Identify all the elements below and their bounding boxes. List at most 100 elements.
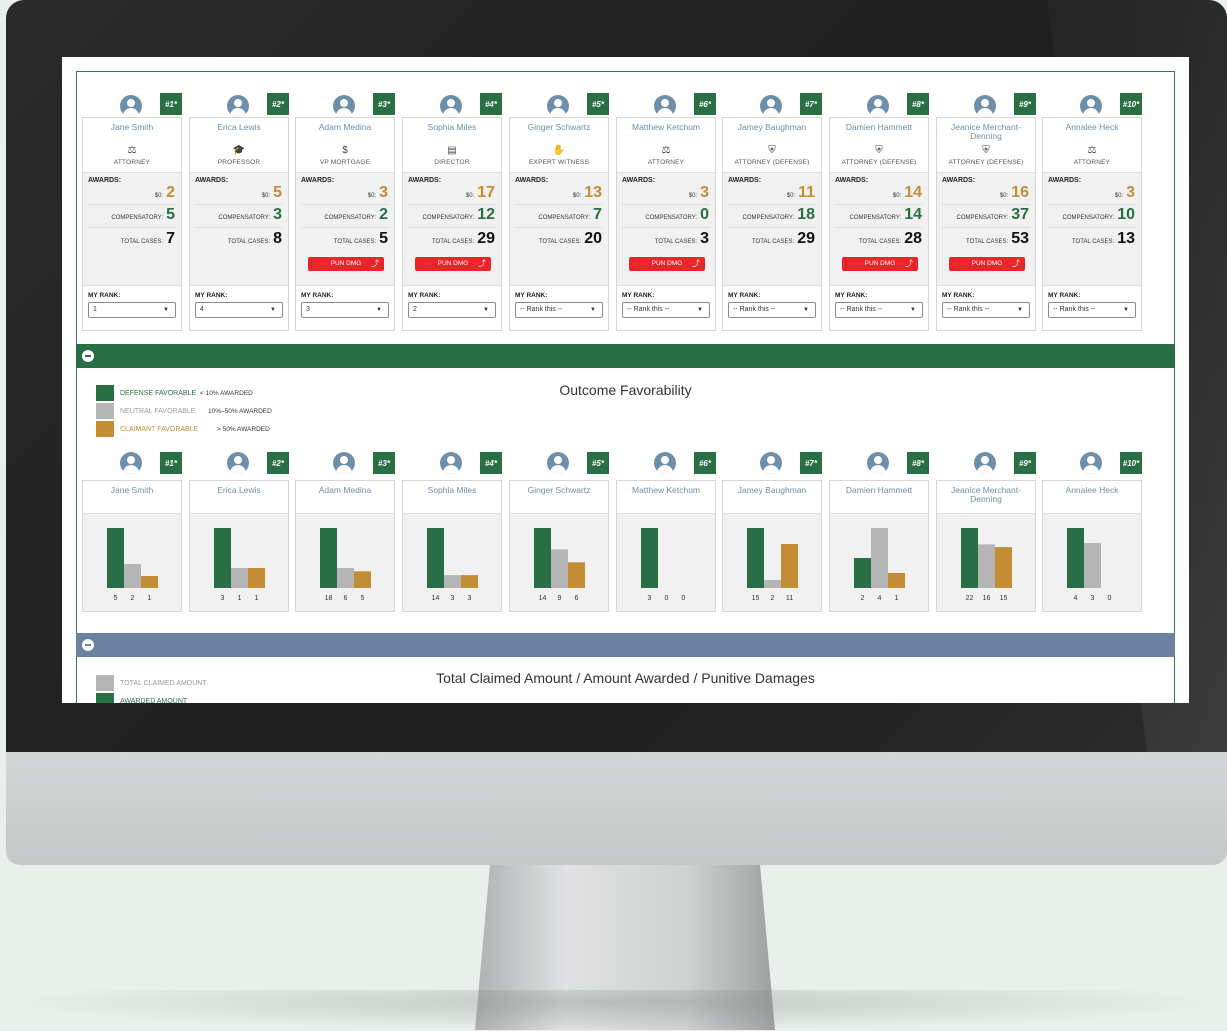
- juror-name[interactable]: Matthew Ketchum: [617, 486, 715, 495]
- my-rank-value: 4: [200, 306, 204, 313]
- bar-value-label: 2: [131, 595, 135, 602]
- favorability-cards-row: #1* Jane Smith 521 #2* Erica Lewis 311 #…: [82, 452, 1152, 612]
- collapse-icon[interactable]: [82, 639, 94, 651]
- juror-name[interactable]: Ginger Schwartz: [510, 123, 608, 132]
- chevron-down-icon: ▼: [590, 307, 596, 313]
- my-rank-select[interactable]: 4 ▼: [195, 302, 283, 318]
- favorability-chart: 4 3 0: [1043, 513, 1141, 611]
- collapse-icon[interactable]: [82, 350, 94, 362]
- favorability-card-body: Matthew Ketchum 3 0 0: [616, 480, 716, 612]
- zero-award-value: 2: [166, 184, 175, 201]
- total-cases-label: TOTAL CASES:: [751, 239, 795, 245]
- my-rank-label: MY RANK:: [301, 292, 334, 299]
- total-cases-stat: TOTAL CASES: 3: [655, 231, 709, 247]
- compensatory-stat: COMPENSATORY: 12: [423, 207, 495, 223]
- juror-name[interactable]: Ginger Schwartz: [510, 486, 608, 495]
- favorability-card-body: Jamey Baughman 15 2 11: [722, 480, 822, 612]
- dollar-icon: $: [342, 145, 348, 156]
- zero-award-stat: $0: 17: [466, 185, 495, 201]
- total-cases-label: TOTAL CASES:: [120, 239, 164, 245]
- pun-dmg-button[interactable]: PUN DMG ⤴: [415, 257, 491, 271]
- bar-value-label: 6: [344, 595, 348, 602]
- juror-name[interactable]: Adam Medina: [296, 486, 394, 495]
- pun-dmg-button[interactable]: PUN DMG ⤴: [949, 257, 1025, 271]
- my-rank-select[interactable]: -- Rank this -- ▼: [942, 302, 1030, 318]
- rank-badge: #3*: [373, 93, 395, 115]
- my-rank-label: MY RANK:: [835, 292, 868, 299]
- bar-value-label: 4: [878, 595, 882, 602]
- juror-name[interactable]: Sophia Miles: [403, 123, 501, 132]
- bar-value-label: 3: [1091, 595, 1095, 602]
- my-rank-select[interactable]: -- Rank this -- ▼: [835, 302, 923, 318]
- favorability-card-body: Jane Smith 5 2 1: [82, 480, 182, 612]
- juror-name[interactable]: Jamey Baughman: [723, 486, 821, 495]
- juror-name[interactable]: Damien Hammett: [830, 123, 928, 132]
- zero-award-value: 3: [700, 184, 709, 201]
- juror-card-body: Jeanice Merchant-Denning ⛨ ATTORNEY (DEF…: [936, 117, 1036, 331]
- chevron-down-icon: ▼: [803, 307, 809, 313]
- juror-name[interactable]: Annalee Heck: [1043, 123, 1141, 132]
- my-rank-select[interactable]: -- Rank this -- ▼: [622, 302, 710, 318]
- zero-award-stat: $0: 3: [368, 185, 388, 201]
- my-rank-select[interactable]: 3 ▼: [301, 302, 389, 318]
- rank-badge: #10*: [1120, 452, 1142, 474]
- favorability-bars: 14 3 3: [427, 528, 478, 602]
- rank-badge: #6*: [694, 452, 716, 474]
- zero-award-label: $0:: [688, 193, 698, 199]
- zero-award-label: $0:: [367, 193, 377, 199]
- awards-label: AWARDS:: [301, 177, 335, 184]
- favorability-card-body: Damien Hammett 2 4 1: [829, 480, 929, 612]
- my-rank-select[interactable]: -- Rank this -- ▼: [728, 302, 816, 318]
- my-rank-label: MY RANK:: [942, 292, 975, 299]
- pun-dmg-button[interactable]: PUN DMG ⤴: [842, 257, 918, 271]
- juror-name[interactable]: Erica Lewis: [190, 123, 288, 132]
- my-rank-select[interactable]: 2 ▼: [408, 302, 496, 318]
- juror-name[interactable]: Jane Smith: [83, 123, 181, 132]
- juror-name[interactable]: Jeanice Merchant-Denning: [937, 123, 1035, 141]
- divider: [728, 204, 816, 205]
- juror-name[interactable]: Adam Medina: [296, 123, 394, 132]
- my-rank-select[interactable]: -- Rank this -- ▼: [515, 302, 603, 318]
- juror-name[interactable]: Damien Hammett: [830, 486, 928, 495]
- juror-name[interactable]: Matthew Ketchum: [617, 123, 715, 132]
- pun-dmg-button[interactable]: PUN DMG ⤴: [629, 257, 705, 271]
- juror-name[interactable]: Jeanice Merchant-Denning: [937, 486, 1035, 504]
- chevron-down-icon: ▼: [697, 307, 703, 313]
- amounts-section-bar[interactable]: [76, 633, 1175, 657]
- compensatory-label: COMPENSATORY:: [645, 215, 698, 221]
- juror-card: #6* Matthew Ketchum ⚖ ATTORNEY AWARDS: $…: [616, 81, 716, 331]
- scale-icon: ⚖: [661, 145, 671, 156]
- awards-label: AWARDS:: [515, 177, 549, 184]
- pun-dmg-button[interactable]: PUN DMG ⤴: [308, 257, 384, 271]
- juror-name[interactable]: Annalee Heck: [1043, 486, 1141, 495]
- awards-label: AWARDS:: [195, 177, 229, 184]
- my-rank-value: -- Rank this --: [520, 306, 563, 313]
- zero-award-stat: $0: 16: [1000, 185, 1029, 201]
- divider: [515, 204, 603, 205]
- juror-name[interactable]: Jane Smith: [83, 486, 181, 495]
- divider: [835, 227, 923, 228]
- my-rank-select[interactable]: 1 ▼: [88, 302, 176, 318]
- juror-name[interactable]: Erica Lewis: [190, 486, 288, 495]
- awards-label: AWARDS:: [88, 177, 122, 184]
- compensatory-label: COMPENSATORY:: [218, 215, 271, 221]
- favorability-chart: 3 0 0: [617, 513, 715, 611]
- favorability-card: #7* Jamey Baughman 15 2 11: [722, 452, 822, 612]
- favorability-section-bar[interactable]: [76, 344, 1175, 368]
- compensatory-label: COMPENSATORY:: [422, 215, 475, 221]
- divider: [622, 204, 710, 205]
- rank-badge: #9*: [1014, 452, 1036, 474]
- my-rank-label: MY RANK:: [195, 292, 228, 299]
- rank-badge: #8*: [907, 93, 929, 115]
- compensatory-stat: COMPENSATORY: 37: [957, 207, 1029, 223]
- juror-role: PROFESSOR: [217, 159, 261, 166]
- juror-name[interactable]: Sophia Miles: [403, 486, 501, 495]
- total-cases-label: TOTAL CASES:: [538, 239, 582, 245]
- avatar-icon: [867, 95, 889, 117]
- juror-name[interactable]: Jamey Baughman: [723, 123, 821, 132]
- legend-label: TOTAL CLAIMED AMOUNT: [120, 680, 207, 687]
- legend-label: NEUTRAL FAVORABLE: [120, 408, 196, 415]
- compensatory-stat: COMPENSATORY: 14: [850, 207, 922, 223]
- bar-value-label: 6: [575, 595, 579, 602]
- my-rank-select[interactable]: -- Rank this -- ▼: [1048, 302, 1136, 318]
